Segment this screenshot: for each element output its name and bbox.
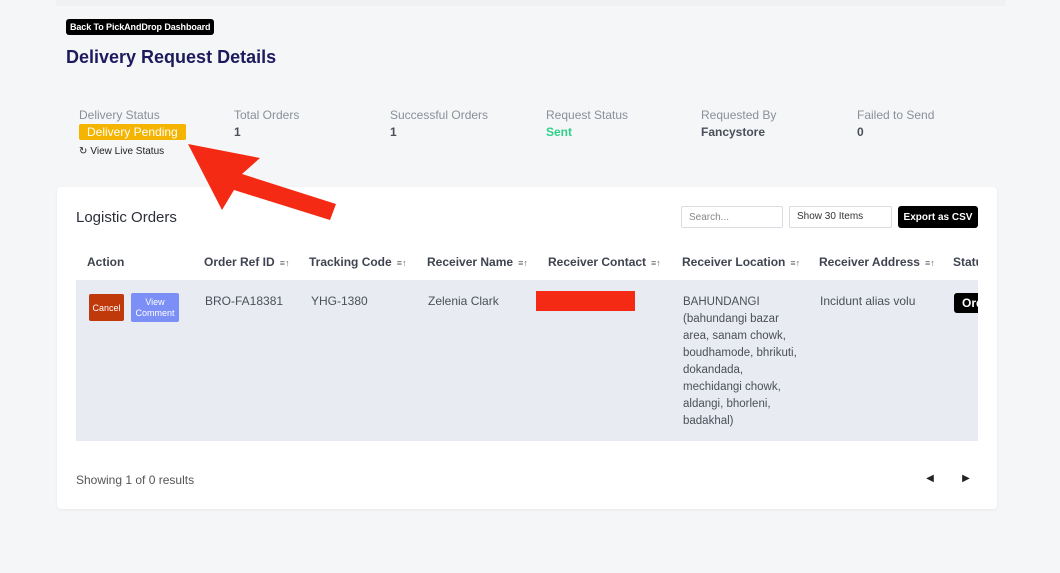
sort-icon[interactable]: ≡↑ xyxy=(397,258,407,268)
chevron-right-icon: ▶ xyxy=(962,472,970,484)
view-comment-button[interactable]: View Comment xyxy=(131,293,179,322)
cancel-order-button[interactable]: Cancel xyxy=(89,294,124,321)
card-title: Logistic Orders xyxy=(76,209,177,226)
stat-successful-orders: Successful Orders 1 xyxy=(390,108,488,139)
orders-table[interactable]: Action Order Ref ID ≡↑ Tracking Code ≡↑ Re… xyxy=(76,244,978,442)
stat-value: 0 xyxy=(857,125,864,139)
request-status-value: Sent xyxy=(546,125,573,139)
stat-value: 1 xyxy=(234,125,241,139)
column-header-receiver-name[interactable]: Receiver Name ≡↑ xyxy=(427,244,528,280)
column-header-receiver-contact[interactable]: Receiver Contact ≡↑ xyxy=(548,244,661,280)
page-title: Delivery Request Details xyxy=(66,47,277,67)
column-header-receiver-address[interactable]: Receiver Address ≡↑ xyxy=(819,244,935,280)
stat-failed-to-send: Failed to Send 0 xyxy=(857,108,934,139)
table-row: Cancel View Comment BRO-FA18381 YHG-1380… xyxy=(76,280,978,441)
search-input[interactable] xyxy=(681,206,783,228)
column-header-order-ref-id[interactable]: Order Ref ID ≡↑ xyxy=(204,244,289,280)
column-header-action: Action xyxy=(87,255,125,269)
next-page-button[interactable]: ▶ xyxy=(955,467,977,489)
chevron-left-icon: ◀ xyxy=(926,472,934,484)
column-header-tracking-code[interactable]: Tracking Code ≡↑ xyxy=(309,244,406,280)
delivery-status-badge: Delivery Pending xyxy=(79,124,186,140)
stat-value: Fancystore xyxy=(701,125,766,139)
sort-icon[interactable]: ≡↑ xyxy=(280,258,290,268)
sort-icon[interactable]: ≡↑ xyxy=(790,258,800,268)
page: Back To PickAndDrop Dashboard Delivery R… xyxy=(0,0,1060,573)
tracking-code-cell: YHG-1380 xyxy=(311,294,368,308)
stat-label: Total Orders xyxy=(234,108,300,122)
stat-delivery-status: Delivery Status Delivery Pending ↻ View … xyxy=(79,108,186,157)
stat-label: Failed to Send xyxy=(857,108,935,122)
view-live-status-label: View Live Status xyxy=(90,146,165,157)
previous-page-button[interactable]: ◀ xyxy=(919,467,941,489)
stat-total-orders: Total Orders 1 xyxy=(234,108,299,139)
export-csv-button[interactable]: Export as CSV xyxy=(898,206,978,228)
stat-request-status: Request Status Sent xyxy=(546,108,628,139)
table-header: Action Order Ref ID ≡↑ Tracking Code ≡↑ Re… xyxy=(76,244,978,280)
column-header-status[interactable]: Status xyxy=(953,244,978,280)
results-summary: Showing 1 of 0 results xyxy=(76,473,195,487)
top-strip xyxy=(56,0,1006,6)
stat-label: Successful Orders xyxy=(390,108,489,122)
refresh-icon: ↻ xyxy=(79,146,88,157)
stat-label: Delivery Status xyxy=(79,108,160,122)
view-live-status-link[interactable]: ↻ View Live Status xyxy=(79,146,186,157)
stat-label: Request Status xyxy=(546,108,629,122)
stats-row: Delivery Status Delivery Pending ↻ View … xyxy=(79,108,999,158)
back-to-dashboard-button[interactable]: Back To PickAndDrop Dashboard xyxy=(66,19,215,35)
column-header-receiver-location[interactable]: Receiver Location ≡↑ xyxy=(682,244,800,280)
stat-label: Requested By xyxy=(701,108,777,122)
sort-icon[interactable]: ≡↑ xyxy=(651,258,661,268)
show-items-select[interactable]: Show 30 Items xyxy=(789,206,892,228)
receiver-name-cell: Zelenia Clark xyxy=(428,294,499,308)
sort-icon[interactable]: ≡↑ xyxy=(925,258,935,268)
order-status-badge: Order xyxy=(954,293,978,313)
receiver-contact-redacted xyxy=(536,291,635,311)
receiver-location-cell: BAHUNDANGI (bahundangi bazar area, sanam… xyxy=(683,296,797,427)
order-ref-id-cell: BRO-FA18381 xyxy=(205,294,284,308)
stat-value: 1 xyxy=(390,125,397,139)
receiver-address-cell: Incidunt alias volu xyxy=(820,294,916,308)
stat-requested-by: Requested By Fancystore xyxy=(701,108,776,139)
logistic-orders-card: Logistic Orders Show 30 Items Export as … xyxy=(57,187,997,509)
sort-icon[interactable]: ≡↑ xyxy=(518,258,528,268)
